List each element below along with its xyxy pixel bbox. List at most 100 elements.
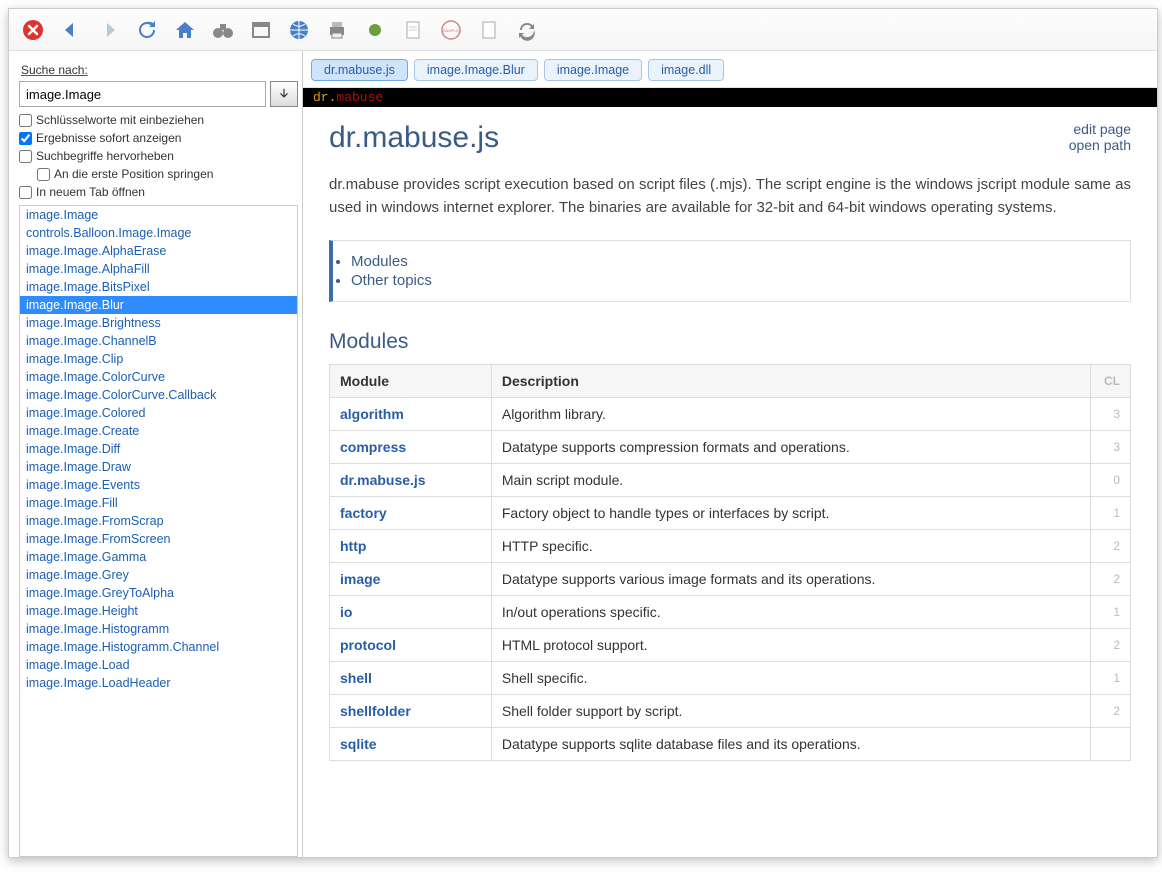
- tab[interactable]: image.Image: [544, 59, 642, 81]
- back-icon[interactable]: [55, 14, 87, 46]
- document-icon[interactable]: [397, 14, 429, 46]
- result-item[interactable]: image.Image.ChannelB: [20, 332, 297, 350]
- module-cl: [1091, 727, 1131, 760]
- svg-text:SAMPLE: SAMPLE: [443, 28, 460, 33]
- search-go-button[interactable]: [270, 81, 298, 107]
- module-cl: 3: [1091, 397, 1131, 430]
- binoculars-icon[interactable]: [207, 14, 239, 46]
- module-name[interactable]: compress: [330, 430, 492, 463]
- tab[interactable]: dr.mabuse.js: [311, 59, 408, 81]
- module-name[interactable]: shell: [330, 661, 492, 694]
- tab[interactable]: image.dll: [648, 59, 724, 81]
- module-cl: 2: [1091, 562, 1131, 595]
- print-icon[interactable]: [321, 14, 353, 46]
- table-row: sqliteDatatype supports sqlite database …: [330, 727, 1131, 760]
- result-item[interactable]: image.Image.Histogramm: [20, 620, 297, 638]
- result-item[interactable]: image.Image.AlphaErase: [20, 242, 297, 260]
- module-name[interactable]: io: [330, 595, 492, 628]
- table-row: ioIn/out operations specific.1: [330, 595, 1131, 628]
- result-item[interactable]: image.Image.Events: [20, 476, 297, 494]
- page-title: dr.mabuse.js: [329, 121, 499, 155]
- module-desc: In/out operations specific.: [491, 595, 1090, 628]
- result-item[interactable]: image.Image.BitsPixel: [20, 278, 297, 296]
- intro-text: dr.mabuse provides script execution base…: [329, 173, 1131, 220]
- result-item[interactable]: controls.Balloon.Image.Image: [20, 224, 297, 242]
- result-item[interactable]: image.Image.GreyToAlpha: [20, 584, 297, 602]
- module-name[interactable]: factory: [330, 496, 492, 529]
- globe-small-icon[interactable]: [359, 14, 391, 46]
- result-item[interactable]: image.Image.Gamma: [20, 548, 297, 566]
- opt-keywords[interactable]: Schlüsselworte mit einbeziehen: [19, 113, 298, 127]
- result-item[interactable]: image.Image.Colored: [20, 404, 297, 422]
- close-icon[interactable]: [17, 14, 49, 46]
- result-item[interactable]: image.Image.ColorCurve: [20, 368, 297, 386]
- result-item[interactable]: image.Image.Diff: [20, 440, 297, 458]
- module-desc: Main script module.: [491, 463, 1090, 496]
- page-scroll[interactable]: dr.mabuse dr.mabuse.js edit page open pa…: [303, 87, 1157, 857]
- stamp-icon[interactable]: SAMPLE: [435, 14, 467, 46]
- module-name[interactable]: image: [330, 562, 492, 595]
- result-item[interactable]: image.Image.Create: [20, 422, 297, 440]
- module-desc: HTML protocol support.: [491, 628, 1090, 661]
- result-item[interactable]: image.Image.Blur: [20, 296, 297, 314]
- result-item[interactable]: image.Image.Draw: [20, 458, 297, 476]
- modules-table: Module Description CL algorithmAlgorithm…: [329, 364, 1131, 761]
- link-open-path[interactable]: open path: [1069, 137, 1131, 153]
- table-row: shellfolderShell folder support by scrip…: [330, 694, 1131, 727]
- result-item[interactable]: image.Image.Fill: [20, 494, 297, 512]
- refresh-icon[interactable]: [131, 14, 163, 46]
- opt-highlight[interactable]: Suchbegriffe hervorheben: [19, 149, 298, 163]
- result-item[interactable]: image.Image.FromScrap: [20, 512, 297, 530]
- home-icon[interactable]: [169, 14, 201, 46]
- toc-item[interactable]: Modules: [351, 253, 1112, 270]
- toc-box: Modules Other topics: [329, 240, 1131, 302]
- opt-newtab[interactable]: In neuem Tab öffnen: [19, 185, 298, 199]
- search-options: Schlüsselworte mit einbeziehen Ergebniss…: [19, 113, 298, 199]
- table-row: shellShell specific.1: [330, 661, 1131, 694]
- table-row: algorithmAlgorithm library.3: [330, 397, 1131, 430]
- page-icon[interactable]: [473, 14, 505, 46]
- result-item[interactable]: image.Image.Histogramm.Channel: [20, 638, 297, 656]
- module-cl: 2: [1091, 628, 1131, 661]
- result-item[interactable]: image.Image.AlphaFill: [20, 260, 297, 278]
- module-desc: Datatype supports various image formats …: [491, 562, 1090, 595]
- module-cl: 1: [1091, 496, 1131, 529]
- section-heading: Modules: [329, 330, 1131, 354]
- result-item[interactable]: image.Image.Brightness: [20, 314, 297, 332]
- table-row: compressDatatype supports compression fo…: [330, 430, 1131, 463]
- sync-icon[interactable]: [511, 14, 543, 46]
- opt-instant[interactable]: Ergebnisse sofort anzeigen: [19, 131, 298, 145]
- new-window-icon[interactable]: [245, 14, 277, 46]
- brand-bar: dr.mabuse: [303, 88, 1157, 107]
- module-desc: Shell folder support by script.: [491, 694, 1090, 727]
- tab[interactable]: image.Image.Blur: [414, 59, 538, 81]
- result-item[interactable]: image.Image.Load: [20, 656, 297, 674]
- module-name[interactable]: http: [330, 529, 492, 562]
- link-edit-page[interactable]: edit page: [1069, 121, 1131, 137]
- toc-item[interactable]: Other topics: [351, 272, 1112, 289]
- module-cl: 1: [1091, 595, 1131, 628]
- module-desc: Datatype supports compression formats an…: [491, 430, 1090, 463]
- forward-icon[interactable]: [93, 14, 125, 46]
- result-item[interactable]: image.Image.Grey: [20, 566, 297, 584]
- module-desc: HTTP specific.: [491, 529, 1090, 562]
- result-item[interactable]: image.Image.Clip: [20, 350, 297, 368]
- module-desc: Algorithm library.: [491, 397, 1090, 430]
- module-name[interactable]: shellfolder: [330, 694, 492, 727]
- results-list[interactable]: image.Imagecontrols.Balloon.Image.Imagei…: [19, 205, 298, 857]
- module-desc: Shell specific.: [491, 661, 1090, 694]
- result-item[interactable]: image.Image.LoadHeader: [20, 674, 297, 692]
- module-cl: 1: [1091, 661, 1131, 694]
- result-item[interactable]: image.Image.ColorCurve.Callback: [20, 386, 297, 404]
- module-name[interactable]: sqlite: [330, 727, 492, 760]
- result-item[interactable]: image.Image.Height: [20, 602, 297, 620]
- module-name[interactable]: algorithm: [330, 397, 492, 430]
- globe-icon[interactable]: [283, 14, 315, 46]
- result-item[interactable]: image.Image.FromScreen: [20, 530, 297, 548]
- opt-firstpos[interactable]: An die erste Position springen: [37, 167, 298, 181]
- result-item[interactable]: image.Image: [20, 206, 297, 224]
- module-name[interactable]: protocol: [330, 628, 492, 661]
- main-area: Suche nach: Schlüsselworte mit einbezieh…: [9, 51, 1157, 857]
- module-name[interactable]: dr.mabuse.js: [330, 463, 492, 496]
- search-input[interactable]: [19, 81, 266, 107]
